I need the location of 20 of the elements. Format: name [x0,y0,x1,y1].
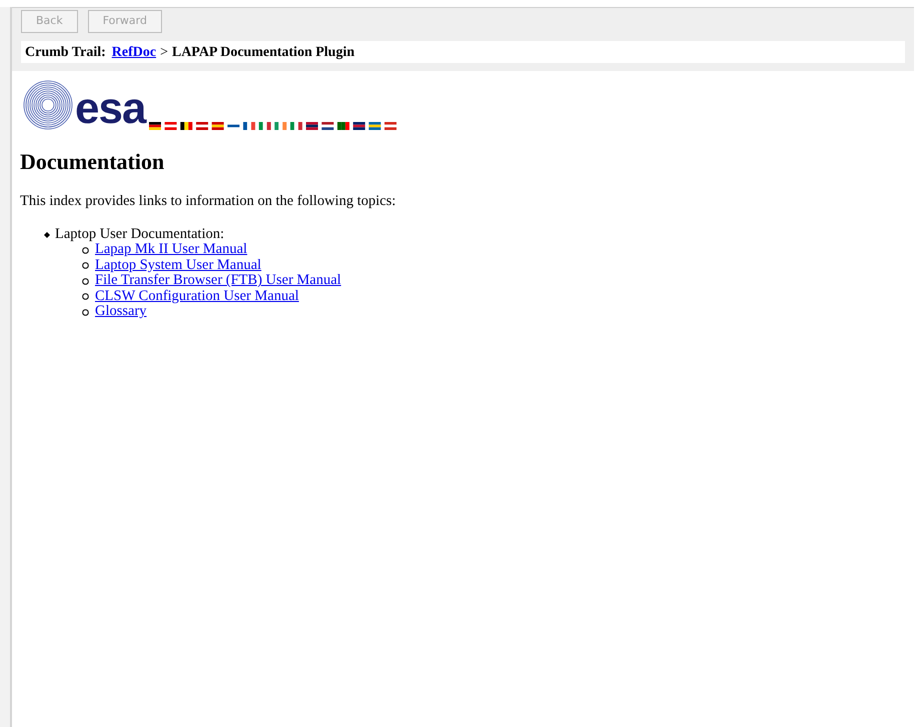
topic-label: Laptop User Documentation: [55,226,224,242]
topic-link[interactable]: File Transfer Browser (FTB) User Manual [95,273,342,289]
bullet-icon [82,262,89,269]
topic-link[interactable]: CLSW Configuration User Manual [95,288,299,304]
bullet-icon [82,308,89,316]
globe-logo-icon [22,79,74,131]
crumb-separator: > [160,44,168,62]
bullet-icon [44,232,50,238]
topic-link[interactable]: Glossary [95,304,147,320]
crumb-current: LAPAP Documentation Plugin [172,44,355,62]
topic-link[interactable]: Laptop System User Manual [95,258,262,274]
page-heading: Documentation [20,149,166,175]
bullet-icon [82,246,89,254]
bullet-icon [82,278,89,284]
bullet-icon [82,293,89,300]
topic-link[interactable]: Lapap Mk II User Manual [95,242,248,258]
crumb-link[interactable]: RefDoc [112,42,156,62]
intro-text: This index provides links to information on the following topics: [20,192,397,211]
crumb-label: Crumb Trail: [25,44,106,62]
logo-text: esa [75,87,146,131]
